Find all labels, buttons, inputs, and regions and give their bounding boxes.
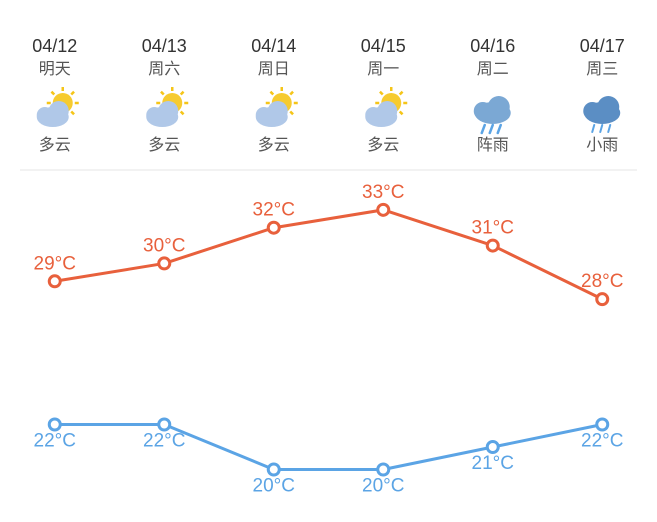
svg-text:多云: 多云 (367, 136, 399, 154)
svg-text:明天: 明天 (39, 61, 71, 78)
svg-text:04/15: 04/15 (361, 36, 406, 56)
svg-text:31°C: 31°C (472, 218, 514, 239)
svg-text:21°C: 21°C (472, 453, 514, 474)
svg-text:周日: 周日 (258, 61, 290, 78)
svg-text:33°C: 33°C (362, 182, 404, 203)
svg-text:04/14: 04/14 (251, 36, 296, 56)
svg-text:04/17: 04/17 (580, 36, 625, 56)
svg-text:22°C: 22°C (581, 431, 623, 452)
svg-text:32°C: 32°C (253, 200, 295, 221)
svg-text:阵雨: 阵雨 (477, 136, 509, 154)
svg-text:20°C: 20°C (362, 476, 404, 497)
svg-text:多云: 多云 (148, 136, 180, 154)
svg-text:30°C: 30°C (143, 235, 185, 256)
svg-text:04/12: 04/12 (32, 36, 77, 56)
svg-text:多云: 多云 (39, 136, 71, 154)
svg-text:04/16: 04/16 (470, 36, 515, 56)
svg-text:22°C: 22°C (143, 431, 185, 452)
svg-text:22°C: 22°C (34, 431, 76, 452)
weather-widget: 04/12 明天 04/13 周六 04/14 周日 04/15 周一 04/16 周二 04/17… (0, 0, 657, 500)
svg-text:周三: 周三 (586, 61, 618, 78)
svg-text:周六: 周六 (148, 60, 180, 78)
svg-text:周二: 周二 (477, 61, 509, 78)
svg-text:周一: 周一 (367, 61, 399, 78)
svg-text:20°C: 20°C (253, 476, 295, 497)
chart-area: 04/12 明天 04/13 周六 04/14 周日 04/15 周一 04/16 周二 04/17… (0, 22, 657, 500)
svg-text:28°C: 28°C (581, 271, 623, 292)
svg-text:04/13: 04/13 (142, 36, 187, 56)
days-header (0, 0, 657, 12)
svg-text:小雨: 小雨 (586, 136, 618, 154)
svg-text:多云: 多云 (258, 136, 290, 154)
svg-text:29°C: 29°C (34, 253, 76, 274)
